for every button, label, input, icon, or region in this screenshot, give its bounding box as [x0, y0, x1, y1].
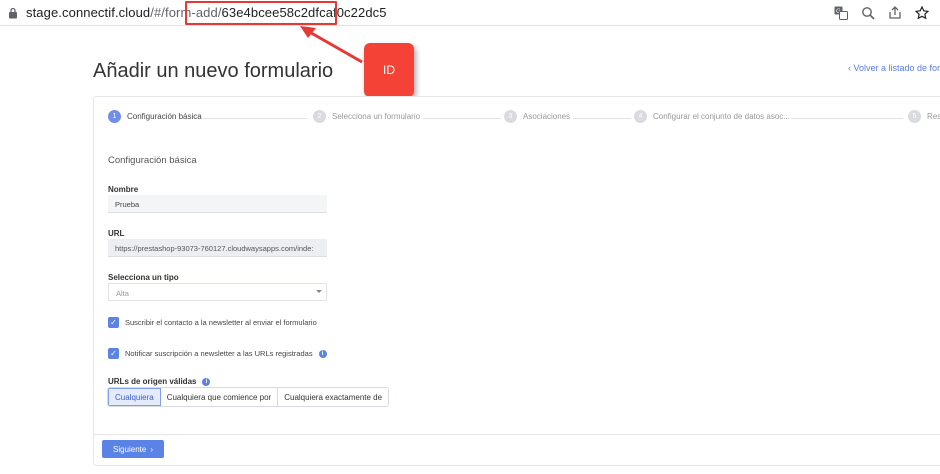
name-label: Nombre	[108, 185, 139, 194]
zoom-icon[interactable]	[859, 4, 876, 21]
step-connector	[203, 118, 307, 119]
step-label: Asociaciones	[523, 112, 571, 121]
chevron-down-icon	[316, 290, 322, 293]
origin-option-any[interactable]: Cualquiera	[108, 388, 161, 406]
section-title: Configuración básica	[108, 155, 197, 166]
origin-segmented-control: Cualquiera Cualquiera que comience por C…	[107, 387, 390, 407]
step-label: Configuración básica	[127, 112, 202, 121]
step-number: 1	[108, 110, 121, 123]
next-button[interactable]: Siguiente ›	[102, 440, 164, 458]
url-label: URL	[108, 229, 125, 238]
step-label: Res	[927, 112, 940, 121]
next-button-label: Siguiente	[112, 444, 147, 454]
share-icon[interactable]	[886, 4, 903, 21]
info-icon[interactable]: i	[318, 349, 327, 358]
origin-label: URLs de origen válidas	[108, 377, 197, 386]
name-input[interactable]: Prueba	[108, 195, 327, 213]
step-connector	[573, 118, 631, 119]
wizard-stepper: 1 Configuración básica 2 Selecciona un f…	[108, 110, 940, 128]
id-highlight-box	[185, 1, 337, 25]
step-label: Configurar el conjunto de datos asoc...	[653, 112, 790, 121]
step-connector	[423, 118, 501, 119]
url-input[interactable]: https://prestashop-93073-760127.cloudway…	[108, 239, 327, 257]
step-connector	[791, 118, 903, 119]
type-label: Selecciona un tipo	[108, 273, 179, 282]
step-dataset-config[interactable]: 4 Configurar el conjunto de datos asoc..…	[634, 110, 790, 123]
star-icon[interactable]	[913, 4, 930, 21]
type-select[interactable]: Alta	[108, 283, 327, 301]
step-number: 4	[634, 110, 647, 123]
notify-checkbox[interactable]: ✓	[108, 348, 119, 359]
info-icon[interactable]: i	[202, 377, 211, 386]
origin-option-exact[interactable]: Cualquiera exactamente de	[278, 388, 389, 406]
step-number: 2	[313, 110, 326, 123]
translate-icon[interactable]: G	[832, 4, 849, 21]
notify-checkbox-label: Notificar suscripción a newsletter a las…	[125, 349, 313, 358]
url-host: stage.connectif.cloud	[26, 5, 151, 20]
address-bar-actions: G	[832, 4, 930, 21]
step-basic-config[interactable]: 1 Configuración básica	[108, 110, 202, 123]
newsletter-checkbox-row[interactable]: ✓ Suscribir el contacto a la newsletter …	[108, 317, 317, 328]
step-select-form[interactable]: 2 Selecciona un formulario	[313, 110, 420, 123]
notify-checkbox-row[interactable]: ✓ Notificar suscripción a newsletter a l…	[108, 348, 327, 359]
origin-label-row: URLs de origen válidas i	[108, 377, 211, 386]
back-to-list-link[interactable]: ‹ Volver a listado de for	[848, 63, 940, 73]
chevron-right-icon: ›	[150, 444, 154, 454]
page-title: Añadir un nuevo formulario	[93, 60, 334, 82]
origin-option-starts-with[interactable]: Cualquiera que comience por	[160, 388, 279, 406]
step-number: 3	[504, 110, 517, 123]
lock-icon	[9, 7, 17, 19]
newsletter-checkbox[interactable]: ✓	[108, 317, 119, 328]
id-callout: ID	[364, 43, 414, 97]
footer-divider	[94, 434, 940, 435]
step-associations[interactable]: 3 Asociaciones	[504, 110, 570, 123]
step-number: 5	[908, 110, 921, 123]
address-bar[interactable]: stage.connectif.cloud/#/form-add/63e4bce…	[0, 0, 940, 26]
form-card	[93, 96, 940, 466]
step-summary[interactable]: 5 Res	[908, 110, 940, 123]
step-label: Selecciona un formulario	[332, 112, 421, 121]
newsletter-checkbox-label: Suscribir el contacto a la newsletter al…	[125, 318, 317, 327]
